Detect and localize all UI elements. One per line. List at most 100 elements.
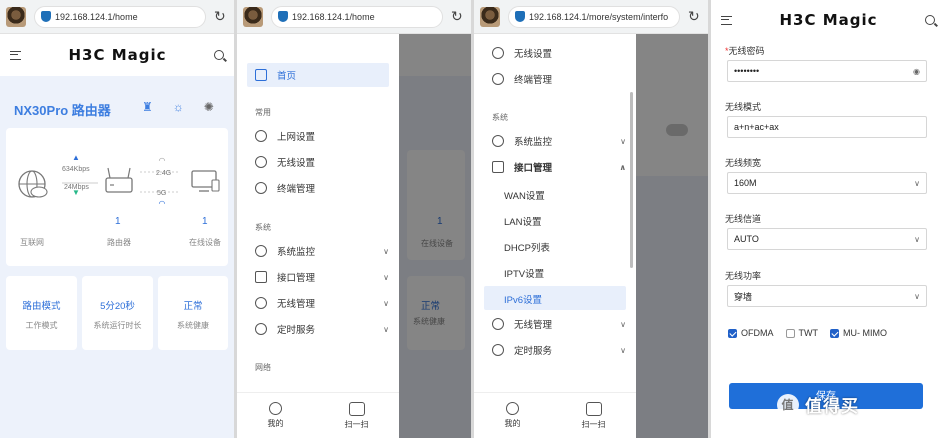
feature-checkboxes: OFDMA TWT MU- MIMO: [728, 328, 887, 339]
menu-label: 无线管理: [514, 320, 553, 331]
address-bar[interactable]: 192.168.124.1/home: [271, 5, 443, 28]
user-icon: [269, 402, 282, 415]
avatar[interactable]: [480, 6, 500, 27]
chevron-down-icon: ∨: [620, 319, 626, 329]
devices-icon: [191, 170, 220, 192]
reload-icon[interactable]: ↻: [451, 8, 465, 25]
submenu-iptv[interactable]: IPTV设置: [504, 266, 544, 280]
menu-label: 无线设置: [514, 49, 553, 60]
scrollbar[interactable]: [630, 92, 633, 268]
app-header: H3C Magic: [711, 0, 945, 40]
overlay[interactable]: [636, 34, 708, 438]
eye-icon[interactable]: ◉: [913, 67, 920, 76]
ofdma-checkbox[interactable]: [728, 329, 737, 339]
menu-label: 无线管理: [277, 299, 316, 310]
chevron-down-icon: ∨: [914, 234, 920, 244]
stat-label: 系统健康: [177, 321, 209, 330]
submenu-wan[interactable]: WAN设置: [504, 188, 545, 202]
mumimo-checkbox[interactable]: [830, 329, 839, 339]
router-actions: ♜ ☼ ✺: [142, 100, 214, 114]
clock-icon: [492, 344, 504, 356]
chevron-up-icon: ∧: [619, 162, 627, 172]
logo: H3C Magic: [68, 46, 167, 64]
nav-scan[interactable]: 扫一扫: [345, 401, 369, 430]
router-icon: [105, 167, 133, 193]
mode-label: 无线模式: [725, 102, 762, 112]
avatar[interactable]: [243, 6, 263, 27]
twt-checkbox[interactable]: [785, 329, 795, 339]
menu-item-wireless[interactable]: 无线设置: [484, 41, 626, 65]
router-label: 路由器: [107, 238, 131, 247]
submenu-ipv6[interactable]: IPv6设置: [504, 292, 542, 306]
menu-label: 接口管理: [277, 273, 316, 284]
rocket-icon[interactable]: ♜: [142, 100, 153, 114]
menu-item-home[interactable]: 首页: [247, 63, 389, 87]
menu-item-wireless-mgmt[interactable]: 无线管理 ∨: [247, 291, 389, 315]
ofdma-label: OFDMA: [741, 328, 774, 338]
nav-drawer: 首页 常用 上网设置 无线设置 终端管理 系统 系统监控 ∨ 接口管理 ∨ 无线管理…: [237, 34, 399, 438]
search-icon[interactable]: [924, 15, 935, 25]
svg-text:◠: ◠: [159, 199, 166, 208]
router-count: 1: [115, 216, 121, 227]
ofdma-option[interactable]: OFDMA: [728, 328, 774, 339]
submenu-dhcp[interactable]: DHCP列表: [504, 240, 550, 254]
stat-card[interactable]: 5分20秒 系统运行时长: [82, 276, 153, 350]
section-system: 系统: [492, 113, 508, 122]
band-24g: 2.4G: [156, 170, 172, 177]
reload-icon[interactable]: ↻: [214, 8, 228, 25]
nav-mine[interactable]: 我的: [505, 402, 521, 429]
menu-item-timer[interactable]: 定时服务 ∨: [484, 338, 626, 362]
nav-mine[interactable]: 我的: [268, 402, 284, 429]
password-label-text: 无线密码: [728, 46, 765, 56]
stat-card[interactable]: 路由模式 工作模式: [6, 276, 77, 350]
mumimo-option[interactable]: MU- MIMO: [830, 328, 887, 339]
menu-label: 定时服务: [514, 346, 553, 357]
menu-item-terminal[interactable]: 终端管理: [247, 176, 389, 200]
menu-item-monitor[interactable]: 系统监控 ∨: [247, 239, 389, 263]
menu-item-monitor[interactable]: 系统监控 ∨: [484, 129, 626, 153]
menu-item-interface[interactable]: 接口管理 ∨: [247, 265, 389, 289]
gauge-icon: [255, 245, 267, 257]
overlay[interactable]: [399, 34, 471, 438]
power-select[interactable]: 穿墙 ∨: [727, 285, 927, 307]
reload-icon[interactable]: ↻: [688, 8, 702, 25]
light-icon[interactable]: ☼: [173, 100, 184, 114]
avatar[interactable]: [6, 6, 26, 27]
nav-scan[interactable]: 扫一扫: [582, 401, 606, 430]
twt-option[interactable]: TWT: [785, 328, 818, 339]
address-bar[interactable]: 192.168.124.1/more/system/interfo: [508, 5, 680, 28]
menu-item-wireless[interactable]: 无线设置: [247, 150, 389, 174]
channel-select[interactable]: AUTO ∨: [727, 228, 927, 250]
menu-icon[interactable]: [10, 50, 21, 60]
submenu-lan[interactable]: LAN设置: [504, 214, 541, 228]
menu-item-timer[interactable]: 定时服务 ∨: [247, 317, 389, 341]
menu-item-internet[interactable]: 上网设置: [247, 124, 389, 148]
stat-card[interactable]: 正常 系统健康: [158, 276, 228, 350]
wifi-icon: [255, 156, 267, 168]
stat-value: 正常: [183, 301, 203, 312]
wifi-icon: [492, 47, 504, 59]
topology-card: ▲ ▼ ◠ ◠ 634Kbps 24Mbps 2.4G 5G 1 1 互联网 路…: [6, 128, 228, 266]
password-input[interactable]: •••••••• ◉: [727, 60, 927, 82]
bandwidth-select[interactable]: 160M ∨: [727, 172, 927, 194]
stat-label: 工作模式: [25, 321, 58, 330]
app-header: H3C Magic: [0, 34, 234, 76]
chevron-down-icon: ∨: [383, 246, 389, 256]
search-icon[interactable]: [213, 50, 224, 60]
network-icon: [492, 73, 504, 85]
gauge-icon: [492, 135, 504, 147]
globe-icon: [18, 170, 48, 198]
menu-label: 接口管理: [514, 163, 553, 174]
menu-item-wireless-mgmt[interactable]: 无线管理 ∨: [484, 312, 626, 336]
menu-item-terminal[interactable]: 终端管理: [484, 67, 626, 91]
restart-icon[interactable]: ✺: [204, 100, 214, 114]
bottom-nav: 我的 扫一扫: [474, 392, 636, 438]
menu-icon[interactable]: [721, 15, 732, 25]
nav-label: 我的: [267, 419, 284, 428]
stat-value: 路由模式: [22, 301, 61, 312]
stat-label: 系统运行时长: [93, 321, 142, 330]
address-bar[interactable]: 192.168.124.1/home: [34, 5, 206, 28]
watermark: 值值得买: [777, 392, 859, 417]
menu-item-interface[interactable]: 接口管理 ∧: [484, 155, 626, 179]
mode-select[interactable]: a+n+ac+ax: [727, 116, 927, 138]
